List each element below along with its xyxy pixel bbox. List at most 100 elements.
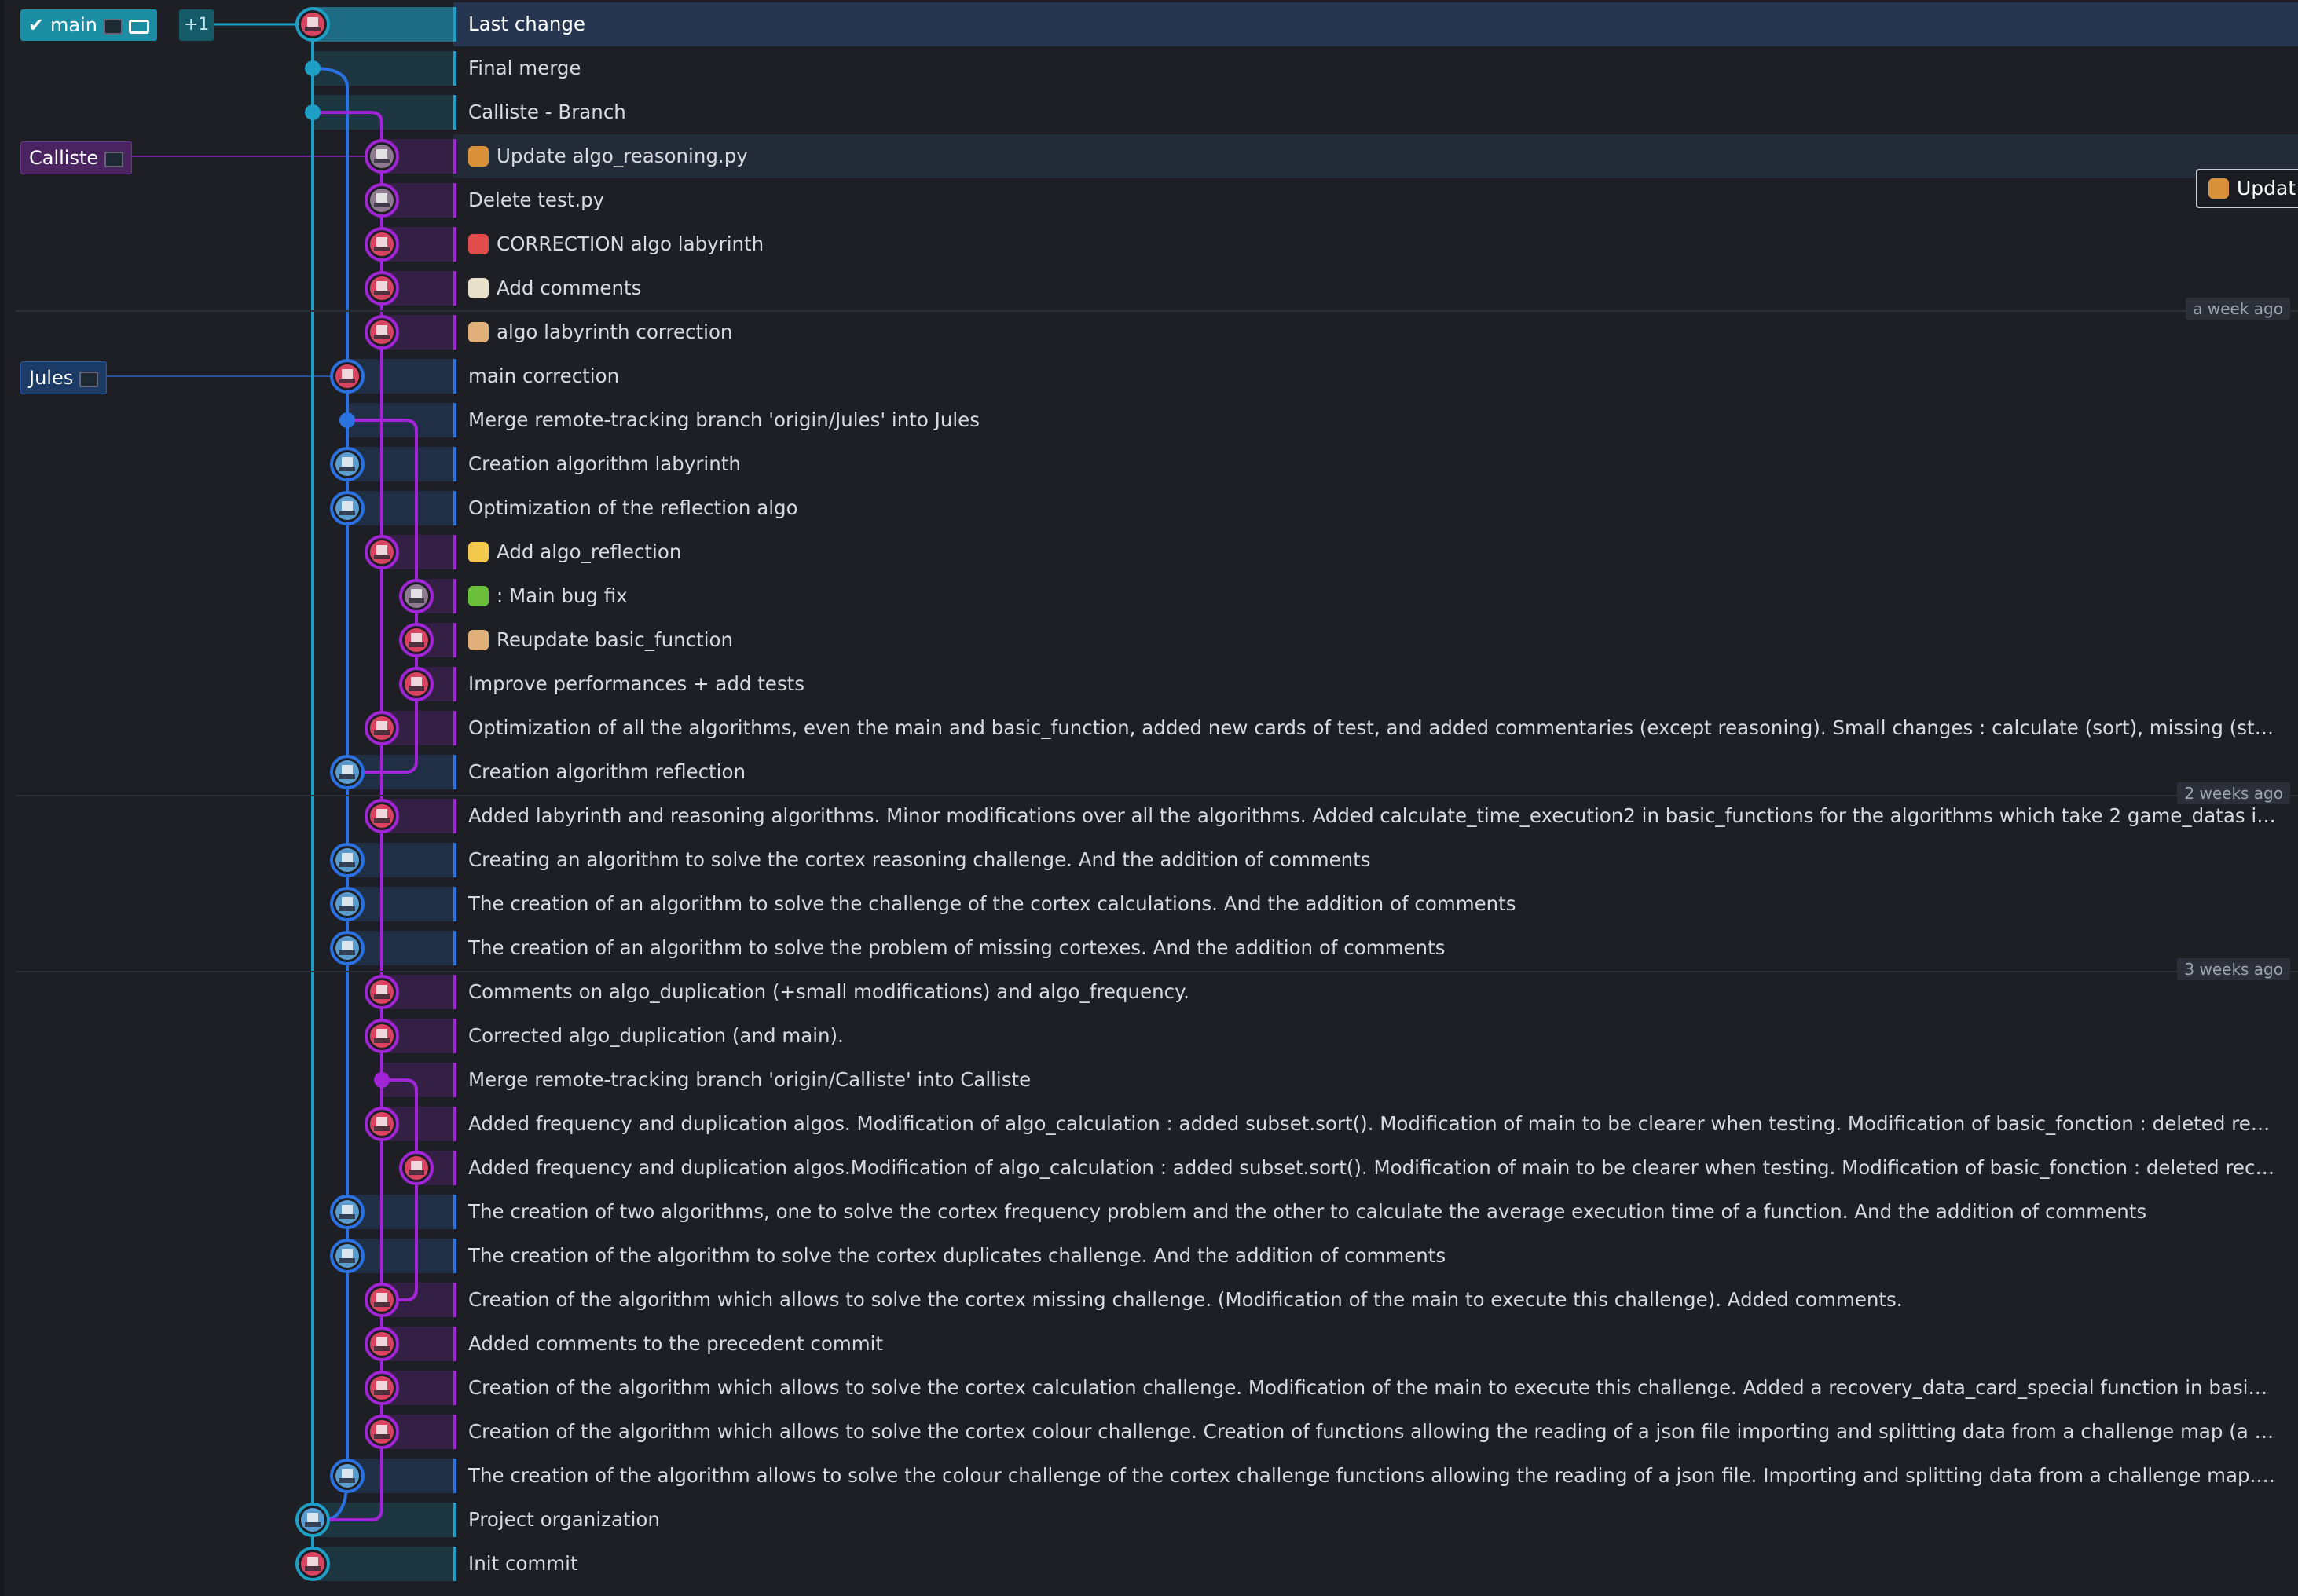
commit-message-text: Comments on algo_duplication (+small mod… xyxy=(468,980,1189,1003)
commit-message: The creation of the algorithm to solve t… xyxy=(468,1234,2276,1278)
commit-message-text: Added frequency and duplication algos. M… xyxy=(468,1112,2276,1135)
branch-ref-label: Calliste xyxy=(29,147,99,169)
commit-message-text: The creation of the algorithm allows to … xyxy=(468,1464,2276,1487)
avatar-face xyxy=(342,897,353,906)
avatar-face xyxy=(376,193,387,203)
date-label: 3 weeks ago xyxy=(2177,958,2290,980)
avatar-body xyxy=(339,906,355,911)
commit-message-text: The creation of an algorithm to solve th… xyxy=(468,936,1446,959)
commit-message-text: Creation algorithm labyrinth xyxy=(468,452,741,475)
avatar-body xyxy=(374,555,390,559)
avatar-body xyxy=(339,950,355,955)
commit-message-text: Final merge xyxy=(468,57,581,79)
commit-message-text: Merge remote-tracking branch 'origin/Jul… xyxy=(468,408,980,431)
commit-message: Add comments xyxy=(468,266,2276,310)
commit-message-text: Optimization of the reflection algo xyxy=(468,496,798,519)
palette-icon xyxy=(2208,178,2229,199)
commit-message: Calliste - Branch xyxy=(468,90,2276,134)
tooltip-text: Updat xyxy=(2237,177,2296,200)
commit-message: Final merge xyxy=(468,46,2276,90)
branch-ref-jules[interactable]: Jules xyxy=(20,361,108,394)
commit-message-text: Creation of the algorithm which allows t… xyxy=(468,1420,2276,1443)
avatar-body xyxy=(409,642,424,647)
commit-message: Delete test.py xyxy=(468,178,2276,222)
avatar-face xyxy=(376,237,387,247)
avatar-body xyxy=(339,511,355,515)
avatar-face xyxy=(376,1381,387,1390)
avatar-body xyxy=(374,818,390,823)
commit-message-text: Delete test.py xyxy=(468,189,605,211)
lane-line-jules xyxy=(312,67,349,1521)
commit-message-text: CORRECTION algo labyrinth xyxy=(497,232,764,255)
commit-message: Added labyrinth and reasoning algorithms… xyxy=(468,794,2276,838)
avatar-face xyxy=(342,369,353,379)
avatar-body xyxy=(339,379,355,383)
commit-message-text: Added comments to the precedent commit xyxy=(468,1332,884,1355)
commit-message-text: Creation algorithm reflection xyxy=(468,760,746,783)
avatar-face xyxy=(411,589,422,598)
branch-ref-calliste[interactable]: Calliste xyxy=(20,141,133,174)
commit-message-text: Merge remote-tracking branch 'origin/Cal… xyxy=(468,1068,1032,1091)
avatar-body xyxy=(409,598,424,603)
avatar-body xyxy=(339,1214,355,1219)
commit-message: CORRECTION algo labyrinth xyxy=(468,222,2276,266)
avatar-body xyxy=(339,467,355,471)
avatar-face xyxy=(376,149,387,159)
commit-message: Creation algorithm labyrinth xyxy=(468,442,2276,486)
commit-message: Optimization of the reflection algo xyxy=(468,486,2276,530)
commit-message: Add algo_reflection xyxy=(468,530,2276,574)
avatar-face xyxy=(342,1249,353,1258)
commit-message: Added frequency and duplication algos. M… xyxy=(468,1102,2276,1146)
commit-message: Added frequency and duplication algos.Mo… xyxy=(468,1146,2276,1190)
commit-message: The creation of two algorithms, one to s… xyxy=(468,1190,2276,1234)
commit-message-text: Calliste - Branch xyxy=(468,101,626,123)
avatar-body xyxy=(374,203,390,207)
commit-message-text: Corrected algo_duplication (and main). xyxy=(468,1024,844,1047)
branch-ref-main[interactable]: ✔ main xyxy=(20,9,157,41)
commit-message-text: Update algo_reasoning.py xyxy=(497,145,748,167)
branch-ref-extra-count[interactable]: +1 xyxy=(179,9,214,41)
commit-message: Optimization of all the algorithms, even… xyxy=(468,706,2276,750)
avatar-body xyxy=(339,1258,355,1263)
commit-message: Reupdate basic_function xyxy=(468,618,2276,662)
avatar-body xyxy=(374,1126,390,1131)
avatar-body xyxy=(305,1522,321,1527)
branch-ref-label: Jules xyxy=(29,367,74,389)
commit-message-text: Added frequency and duplication algos.Mo… xyxy=(468,1156,2276,1179)
commit-message-text: Creating an algorithm to solve the corte… xyxy=(468,848,1371,871)
commit-graph xyxy=(105,7,434,1581)
avatar-face xyxy=(342,1469,353,1478)
commit-message-text: The creation of an algorithm to solve th… xyxy=(468,892,1516,915)
avatar-body xyxy=(374,335,390,339)
laptop-icon xyxy=(128,20,149,34)
avatar-face xyxy=(411,677,422,686)
avatar-face xyxy=(342,1205,353,1214)
remote-avatar-icon xyxy=(79,372,99,387)
commit-message-text: main correction xyxy=(468,364,620,387)
commit-message: Project organization xyxy=(468,1498,2276,1542)
commit-message-text: Add comments xyxy=(497,276,642,299)
commit-message: The creation of an algorithm to solve th… xyxy=(468,926,2276,970)
avatar-body xyxy=(305,1566,321,1571)
commit-message: Creation of the algorithm which allows t… xyxy=(468,1410,2276,1454)
avatar-face xyxy=(307,1513,318,1522)
date-separator xyxy=(16,795,2298,796)
avatar-face xyxy=(376,985,387,994)
avatar-face xyxy=(307,1557,318,1566)
avatar-body xyxy=(339,1478,355,1483)
avatar-body xyxy=(374,1302,390,1307)
commit-message: Creation of the algorithm which allows t… xyxy=(468,1278,2276,1322)
remote-avatar-icon xyxy=(103,19,123,35)
merge-node xyxy=(305,60,321,76)
avatar-face xyxy=(376,1337,387,1346)
avatar-body xyxy=(374,247,390,251)
merge-node xyxy=(339,412,355,428)
commit-message-text: Last change xyxy=(468,13,585,35)
avatar-face xyxy=(411,1161,422,1170)
avatar-face xyxy=(376,1425,387,1434)
commit-message: Creation algorithm reflection xyxy=(468,750,2276,794)
avatar-body xyxy=(409,686,424,691)
avatar-body xyxy=(374,1434,390,1439)
commit-message-text: Reupdate basic_function xyxy=(497,628,734,651)
avatar-body xyxy=(374,291,390,295)
